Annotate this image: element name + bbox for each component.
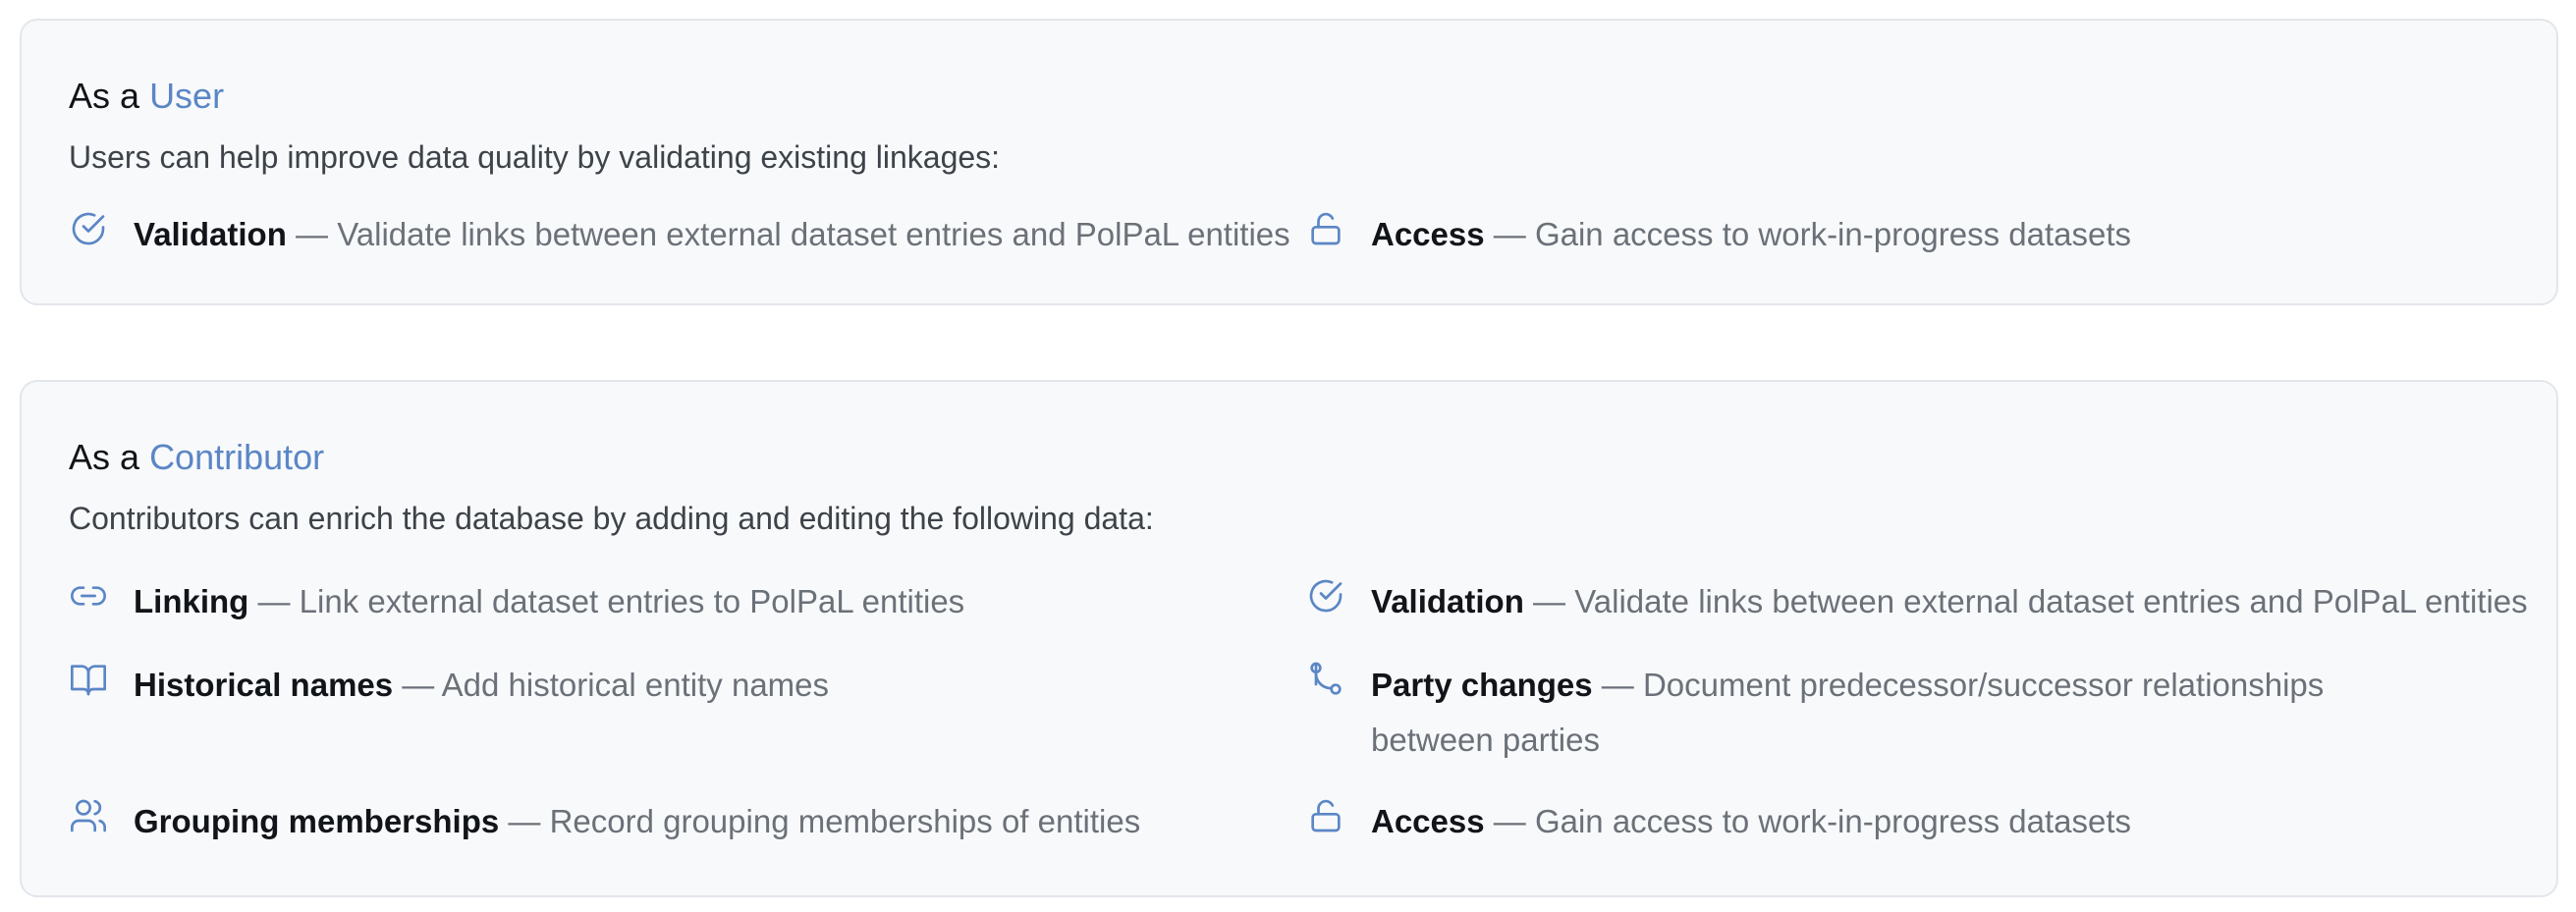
git-branch-icon — [1306, 660, 1345, 699]
unlock-icon — [1306, 796, 1345, 835]
role-name: User — [149, 76, 225, 116]
separator: — — [296, 216, 329, 252]
permission-description: Link external dataset entries to PolPaL … — [299, 583, 965, 619]
contributor-role-card: As a Contributor Contributors can enrich… — [20, 380, 2558, 897]
card-title-prefix: As a — [69, 76, 140, 116]
user-card-title: As a User — [69, 75, 224, 118]
user-card-description: Users can help improve data quality by v… — [69, 139, 1001, 175]
permission-description: Validate links between external dataset … — [337, 216, 1290, 252]
separator: — — [1533, 583, 1566, 619]
separator: — — [1493, 803, 1526, 839]
permission-description: Add historical entity names — [441, 667, 830, 703]
separator: — — [257, 583, 291, 619]
permission-description: Gain access to work-in-progress datasets — [1534, 803, 2132, 839]
permission-name: Validation — [1371, 583, 1524, 619]
permission-name: Access — [1371, 803, 1485, 839]
permission-name: Access — [1371, 216, 1485, 252]
permission-item-party-changes: Party changes — Document predecessor/suc… — [1306, 658, 2445, 768]
permission-description: Gain access to work-in-progress datasets — [1534, 216, 2132, 252]
check-circle-icon — [69, 209, 108, 248]
permission-name: Linking — [134, 583, 249, 619]
contributor-card-description: Contributors can enrich the database by … — [69, 501, 1154, 536]
unlock-icon — [1306, 209, 1345, 248]
contributor-card-title: As a Contributor — [69, 436, 324, 479]
permission-name: Grouping memberships — [134, 803, 500, 839]
check-circle-icon — [1306, 576, 1345, 616]
permission-name: Validation — [134, 216, 287, 252]
separator: — — [402, 667, 435, 703]
user-role-card: As a User Users can help improve data qu… — [20, 19, 2558, 305]
permission-description: Record grouping memberships of entities — [549, 803, 1141, 839]
separator: — — [1601, 667, 1634, 703]
book-icon — [69, 660, 108, 699]
permission-name: Party changes — [1371, 667, 1593, 703]
users-icon — [69, 796, 108, 835]
separator: — — [1493, 216, 1526, 252]
separator: — — [508, 803, 541, 839]
permission-name: Historical names — [134, 667, 394, 703]
permission-description: Validate links between external dataset … — [1574, 583, 2528, 619]
card-title-prefix: As a — [69, 437, 140, 477]
role-name: Contributor — [149, 437, 325, 477]
link-icon — [69, 576, 108, 616]
